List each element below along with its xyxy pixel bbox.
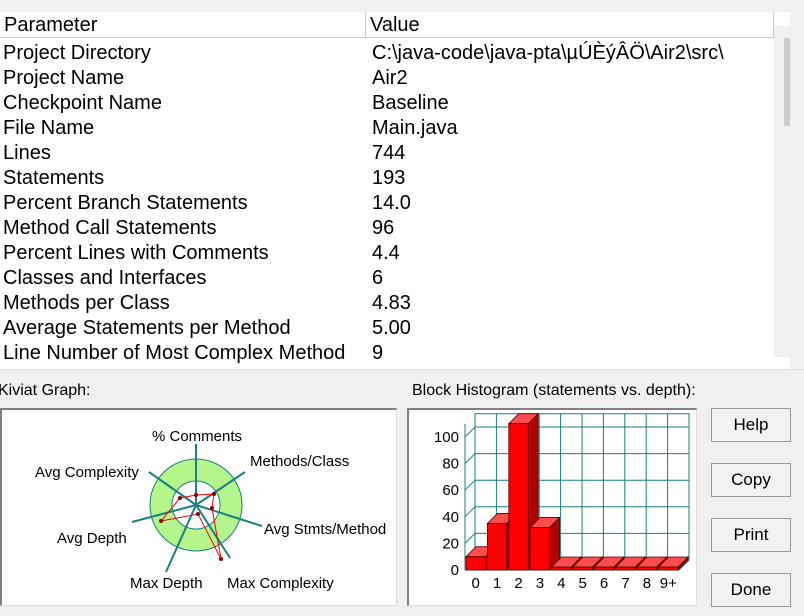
row-value: C:\java-code\java-pta\µÚÈýÂÖ\Air2\src\	[372, 42, 724, 64]
histogram-x-tick-label: 4	[557, 575, 565, 592]
row-value: 744	[372, 142, 406, 164]
vertical-scrollbar[interactable]	[774, 26, 790, 357]
histogram-x-tick-label: 7	[621, 575, 629, 592]
table-rows: Project Directory C:\java-code\java-pta\µ…	[0, 41, 774, 366]
row-parameter: Classes and Interfaces	[3, 267, 207, 289]
column-header-value[interactable]: Value	[366, 12, 774, 38]
kiviat-label-max-complexity: Max Complexity	[227, 575, 334, 592]
histogram-x-tick-label: 1	[493, 575, 501, 592]
table-row[interactable]: Project Directory C:\java-code\java-pta\µ…	[0, 41, 774, 66]
divider	[0, 369, 804, 370]
scrollbar-thumb[interactable]	[784, 38, 790, 126]
row-parameter: Methods per Class	[3, 292, 170, 314]
block-histogram: 0204060801000 1 2 3 4 5 6 7 8 9+	[434, 412, 690, 592]
kiviat-label-avg-depth: Avg Depth	[57, 530, 127, 547]
row-parameter: Statements	[3, 167, 105, 189]
row-parameter: Average Statements per Method	[3, 317, 291, 339]
histogram-x-tick-label: 9+	[660, 575, 677, 592]
table-row[interactable]: Statements 193	[0, 166, 774, 191]
row-value: 193	[372, 167, 406, 189]
histogram-y-tick-label: 80	[442, 456, 459, 473]
table-row[interactable]: Lines 744	[0, 141, 774, 166]
kiviat-label-comments: % Comments	[152, 428, 242, 445]
table-row[interactable]: Project Name Air2	[0, 66, 774, 91]
histogram-bar	[487, 523, 508, 571]
histogram-title: Block Histogram (statements vs. depth):	[412, 382, 696, 399]
row-value: 9	[372, 342, 384, 364]
table-row[interactable]: Line Number of Most Complex Method 9	[0, 341, 774, 366]
kiviat-label-methods-class: Methods/Class	[250, 453, 349, 470]
table-row[interactable]: Percent Lines with Comments 4.4	[0, 241, 774, 266]
row-parameter: Line Number of Most Complex Method	[3, 342, 346, 364]
histogram-bar	[465, 556, 486, 571]
histogram-bar	[572, 566, 593, 571]
kiviat-label-avg-complexity: Avg Complexity	[35, 464, 139, 481]
column-header-parameter[interactable]: Parameter	[0, 12, 366, 38]
table-row[interactable]: Checkpoint Name Baseline	[0, 91, 774, 116]
histogram-grid-diag	[464, 426, 476, 438]
row-value: 4.4	[372, 242, 400, 264]
row-value: 96	[372, 217, 395, 239]
histogram-grid-diag	[464, 479, 476, 491]
row-parameter: Project Directory	[3, 42, 151, 64]
table-row[interactable]: File Name Main.java	[0, 116, 774, 141]
histogram-bar	[636, 566, 657, 571]
row-value: 5.00	[372, 317, 411, 339]
histogram-y-tick-label: 40	[442, 509, 459, 526]
histogram-bar	[615, 566, 636, 571]
copy-button[interactable]: Copy	[711, 463, 791, 497]
histogram-x-tick-label: 0	[472, 575, 480, 592]
histogram-x-tick-label: 5	[579, 575, 587, 592]
row-value: Main.java	[372, 117, 458, 139]
row-parameter: Project Name	[3, 67, 125, 89]
histogram-bar	[529, 527, 550, 571]
row-value: 4.83	[372, 292, 411, 314]
histogram-panel: 0 20 40 60 80 100 0 1 2 3 4 5 6 7 8 9+	[407, 408, 697, 606]
table-row[interactable]: Percent Branch Statements 14.0	[0, 191, 774, 216]
histogram-bar	[551, 566, 572, 571]
histogram-bar	[508, 423, 529, 571]
table-row[interactable]: Methods per Class 4.83	[0, 291, 774, 316]
kiviat-graph: % Comments Methods/Class Avg Stmts/Metho…	[35, 428, 386, 592]
histogram-y-tick-label: 0	[451, 562, 459, 579]
histogram-x-tick-label: 2	[514, 575, 522, 592]
row-value: Air2	[372, 67, 408, 89]
histogram-y-tick-label: 20	[442, 535, 459, 552]
histogram-y-tick-label: 100	[434, 429, 459, 446]
kiviat-label-max-depth: Max Depth	[130, 575, 203, 592]
row-value: 6	[372, 267, 384, 289]
kiviat-title: Kiviat Graph:	[0, 382, 91, 399]
histogram-grid-diag	[464, 453, 476, 464]
histogram-grid-diag	[464, 506, 476, 518]
metrics-table: Parameter Value Project Directory C:\java…	[0, 12, 790, 369]
table-row[interactable]: Method Call Statements 96	[0, 216, 774, 241]
row-parameter: Checkpoint Name	[3, 92, 162, 114]
row-value: 14.0	[372, 192, 411, 214]
histogram-grid-diag	[464, 533, 476, 544]
row-parameter: File Name	[3, 117, 95, 139]
row-parameter: Percent Lines with Comments	[3, 242, 269, 264]
print-button[interactable]: Print	[711, 518, 791, 552]
row-parameter: Method Call Statements	[3, 217, 217, 239]
histogram-y-tick-label: 60	[442, 482, 459, 499]
histogram-x-tick-label: 6	[600, 575, 608, 592]
histogram-bar	[593, 566, 615, 571]
help-button[interactable]: Help	[711, 408, 791, 442]
kiviat-label-avg-stmts: Avg Stmts/Method	[264, 521, 386, 538]
row-parameter: Percent Branch Statements	[3, 192, 248, 214]
histogram-bar	[658, 566, 679, 571]
kiviat-graph-panel: % Comments Methods/Class Avg Stmts/Metho…	[0, 408, 397, 606]
row-value: Baseline	[372, 92, 449, 114]
table-row[interactable]: Classes and Interfaces 6	[0, 266, 774, 291]
histogram-x-tick-label: 8	[643, 575, 651, 592]
histogram-x-tick-label: 3	[536, 575, 544, 592]
done-button[interactable]: Done	[711, 573, 791, 607]
row-parameter: Lines	[3, 142, 51, 164]
table-row[interactable]: Average Statements per Method 5.00	[0, 316, 774, 341]
